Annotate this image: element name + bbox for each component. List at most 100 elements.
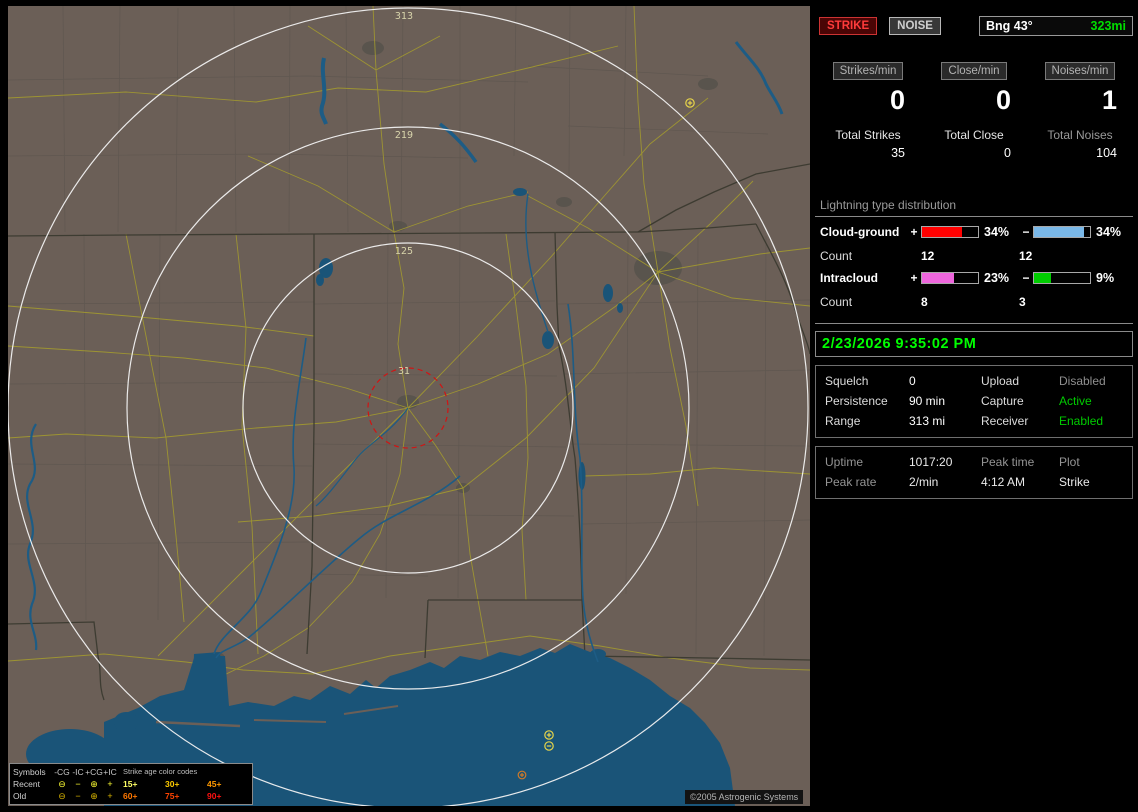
distance-value: 323mi: [1090, 19, 1126, 33]
sidebar: STRIKE NOISE Bng 43° 323mi Strikes/min 0…: [815, 6, 1133, 806]
age-code-60: 60+: [123, 791, 138, 801]
copyright-note: ©2005 Astrogenic Systems: [685, 790, 804, 804]
legend-recent-label: Recent: [13, 779, 40, 789]
legend-pos-ic-header: +IC: [103, 767, 117, 777]
count-label: Count: [820, 295, 853, 309]
ic-positive-percent: 23%: [984, 271, 1010, 285]
close-per-min-value: 0: [995, 85, 1011, 115]
legend-neg-cg-header: -CG: [54, 767, 70, 777]
noise-toggle-button[interactable]: NOISE: [889, 17, 941, 35]
cloud-ground-count-row: Count 12 12: [815, 249, 1133, 263]
ring-label-31: 31: [398, 366, 410, 377]
noises-per-min-value: 1: [1101, 85, 1117, 115]
peak-time-label: Peak time: [981, 455, 1035, 469]
ic-negative-percent: 9%: [1096, 271, 1115, 285]
total-noises-value: 104: [1096, 146, 1117, 160]
intracloud-row: Intracloud + 23% − 9%: [815, 271, 1133, 285]
age-code-15: 15+: [123, 779, 138, 789]
strike-toggle-button[interactable]: STRIKE: [819, 17, 878, 35]
cg-negative-bar: [1033, 226, 1091, 238]
squelch-value: 0: [909, 374, 916, 388]
intracloud-count-row: Count 8 3: [815, 295, 1133, 309]
session-table: Uptime 1017:20 Peak time Plot Peak rate …: [815, 446, 1133, 499]
datetime-value: 2/23/2026 9:35:02 PM: [822, 336, 977, 352]
age-code-90: 90+: [207, 791, 222, 801]
bearing-value: Bng 43°: [986, 19, 1033, 33]
legend-pos-cg-header: +CG: [85, 767, 103, 777]
range-label: Range: [825, 414, 861, 428]
peak-rate-label: Peak rate: [825, 475, 877, 489]
peak-rate-value: 2/min: [909, 475, 939, 489]
peak-time-value: 4:12 AM: [981, 475, 1026, 489]
ring-label-125: 125: [395, 246, 413, 257]
lightning-map[interactable]: 313 219 125 31 Symbols -CG -IC +CG +IC R…: [8, 6, 810, 806]
display-toggle-row: STRIKE NOISE Bng 43° 323mi: [815, 16, 1133, 36]
upload-status: Disabled: [1059, 374, 1106, 388]
cloud-ground-row: Cloud-ground + 34% − 34%: [815, 225, 1133, 239]
legend-old-label: Old: [13, 791, 27, 801]
count-label: Count: [820, 249, 853, 263]
ring-label-313: 313: [395, 11, 413, 22]
cg-negative-count: 12: [1019, 249, 1033, 263]
cg-negative-percent: 34%: [1096, 225, 1122, 239]
close-per-min-header[interactable]: Close/min: [941, 62, 1007, 80]
persistence-value: 90 min: [909, 394, 946, 408]
total-strikes-value: 35: [891, 146, 905, 160]
cg-positive-percent: 34%: [984, 225, 1010, 239]
ic-negative-bar: [1033, 272, 1091, 284]
neg-cg-recent-icon: ⊖: [58, 779, 66, 789]
plot-label: Plot: [1059, 455, 1080, 469]
rate-row: Strikes/min 0 Close/min 0 Noises/min 1: [815, 62, 1133, 116]
age-code-30: 30+: [165, 779, 180, 789]
map-svg[interactable]: 313 219 125 31: [8, 6, 810, 806]
receiver-status: Enabled: [1059, 414, 1104, 428]
plus-sign: +: [910, 271, 918, 285]
legend-symbols-header: Symbols: [13, 767, 46, 777]
total-close-value: 0: [1004, 146, 1011, 160]
distribution-title: Lightning type distribution: [815, 198, 1133, 217]
pos-cg-old-icon: ⊕: [90, 791, 98, 801]
receiver-label: Receiver: [981, 414, 1029, 428]
persistence-label: Persistence: [825, 394, 888, 408]
cg-positive-count: 12: [921, 249, 935, 263]
strikes-per-min-header[interactable]: Strikes/min: [832, 62, 904, 80]
minus-sign: −: [1022, 225, 1030, 239]
squelch-label: Squelch: [825, 374, 869, 388]
pos-cg-recent-icon: ⊕: [90, 779, 98, 789]
range-value: 313 mi: [909, 414, 946, 428]
plus-sign: +: [910, 225, 918, 239]
bearing-readout: Bng 43° 323mi: [979, 16, 1133, 36]
uptime-value: 1017:20: [909, 455, 953, 469]
age-code-45: 45+: [207, 779, 222, 789]
capture-label: Capture: [981, 394, 1024, 408]
total-strikes-label: Total Strikes: [835, 128, 901, 142]
pos-ic-recent-icon: +: [107, 779, 113, 789]
age-code-75: 75+: [165, 791, 180, 801]
noises-per-min-header[interactable]: Noises/min: [1044, 62, 1116, 80]
age-codes-title: Strike age color codes: [123, 767, 198, 776]
clock-display: 2/23/2026 9:35:02 PM: [815, 331, 1133, 357]
pos-ic-old-icon: +: [107, 791, 113, 801]
totals-row: Total Strikes 35 Total Close 0 Total Noi…: [815, 128, 1133, 160]
minus-sign: −: [1022, 271, 1030, 285]
cg-positive-bar: [921, 226, 979, 238]
capture-status: Active: [1059, 394, 1092, 408]
plot-mode-value: Strike: [1059, 475, 1090, 489]
ic-positive-bar: [921, 272, 979, 284]
ic-positive-count: 8: [921, 295, 928, 309]
divider: [815, 323, 1133, 324]
neg-ic-recent-icon: −: [75, 779, 81, 789]
ring-label-219: 219: [395, 130, 413, 141]
total-noises-label: Total Noises: [1047, 128, 1113, 142]
neg-ic-old-icon: −: [75, 791, 81, 801]
intracloud-label: Intracloud: [820, 271, 879, 285]
total-close-label: Total Close: [944, 128, 1004, 142]
strikes-per-min-value: 0: [889, 85, 905, 115]
settings-table: Squelch 0 Upload Disabled Persistence 90…: [815, 365, 1133, 438]
map-legend: Symbols -CG -IC +CG +IC Recent ⊖ − ⊕ + O…: [9, 763, 253, 805]
cloud-ground-label: Cloud-ground: [820, 225, 900, 239]
legend-neg-ic-header: -IC: [72, 767, 84, 777]
uptime-label: Uptime: [825, 455, 864, 469]
upload-label: Upload: [981, 374, 1020, 388]
ic-negative-count: 3: [1019, 295, 1026, 309]
